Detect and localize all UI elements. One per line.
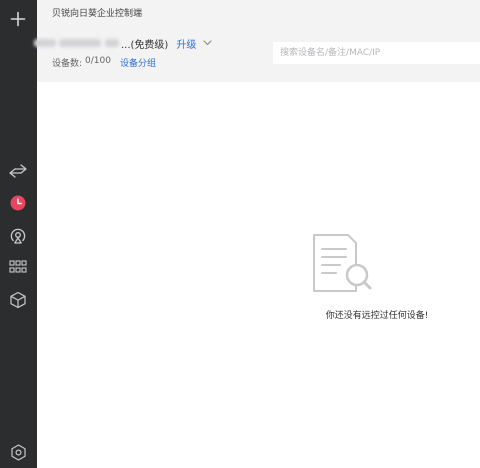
sidebar xyxy=(0,0,37,468)
redacted-account-name xyxy=(59,39,101,47)
empty-document-search-icon xyxy=(313,234,372,292)
device-count-label: 设备数: xyxy=(52,59,83,69)
upgrade-link[interactable]: 升级 xyxy=(176,36,196,51)
search-input[interactable] xyxy=(273,42,480,64)
account-row: ...(免费级) 升级 xyxy=(34,35,212,51)
cube-icon[interactable] xyxy=(7,289,29,311)
cast-icon[interactable] xyxy=(7,225,29,247)
apps-grid-icon[interactable] xyxy=(7,257,29,279)
redacted-account-name xyxy=(105,39,119,47)
device-count-row: 设备数: 0/100 设备分组 xyxy=(52,56,156,69)
empty-state-message: 你还没有远控过任何设备! xyxy=(325,311,429,321)
plus-icon[interactable] xyxy=(7,8,29,30)
account-plan-label: ...(免费级) xyxy=(121,39,169,51)
device-count-value: 0/100 xyxy=(85,56,111,66)
settings-icon[interactable] xyxy=(7,441,29,463)
history-clock-icon[interactable] xyxy=(7,192,29,214)
redacted-account-name xyxy=(34,39,56,47)
remote-control-icon[interactable] xyxy=(7,160,29,182)
device-group-link[interactable]: 设备分组 xyxy=(120,56,156,69)
header: 贝锐向日葵企业控制端 ...(免费级) 升级 设备数: 0/100 设备分组 xyxy=(34,0,480,82)
app-title: 贝锐向日葵企业控制端 xyxy=(52,9,143,19)
chevron-down-icon[interactable] xyxy=(203,40,212,46)
main-panel: 贝锐向日葵企业控制端 ...(免费级) 升级 设备数: 0/100 设备分组 你… xyxy=(34,0,480,468)
